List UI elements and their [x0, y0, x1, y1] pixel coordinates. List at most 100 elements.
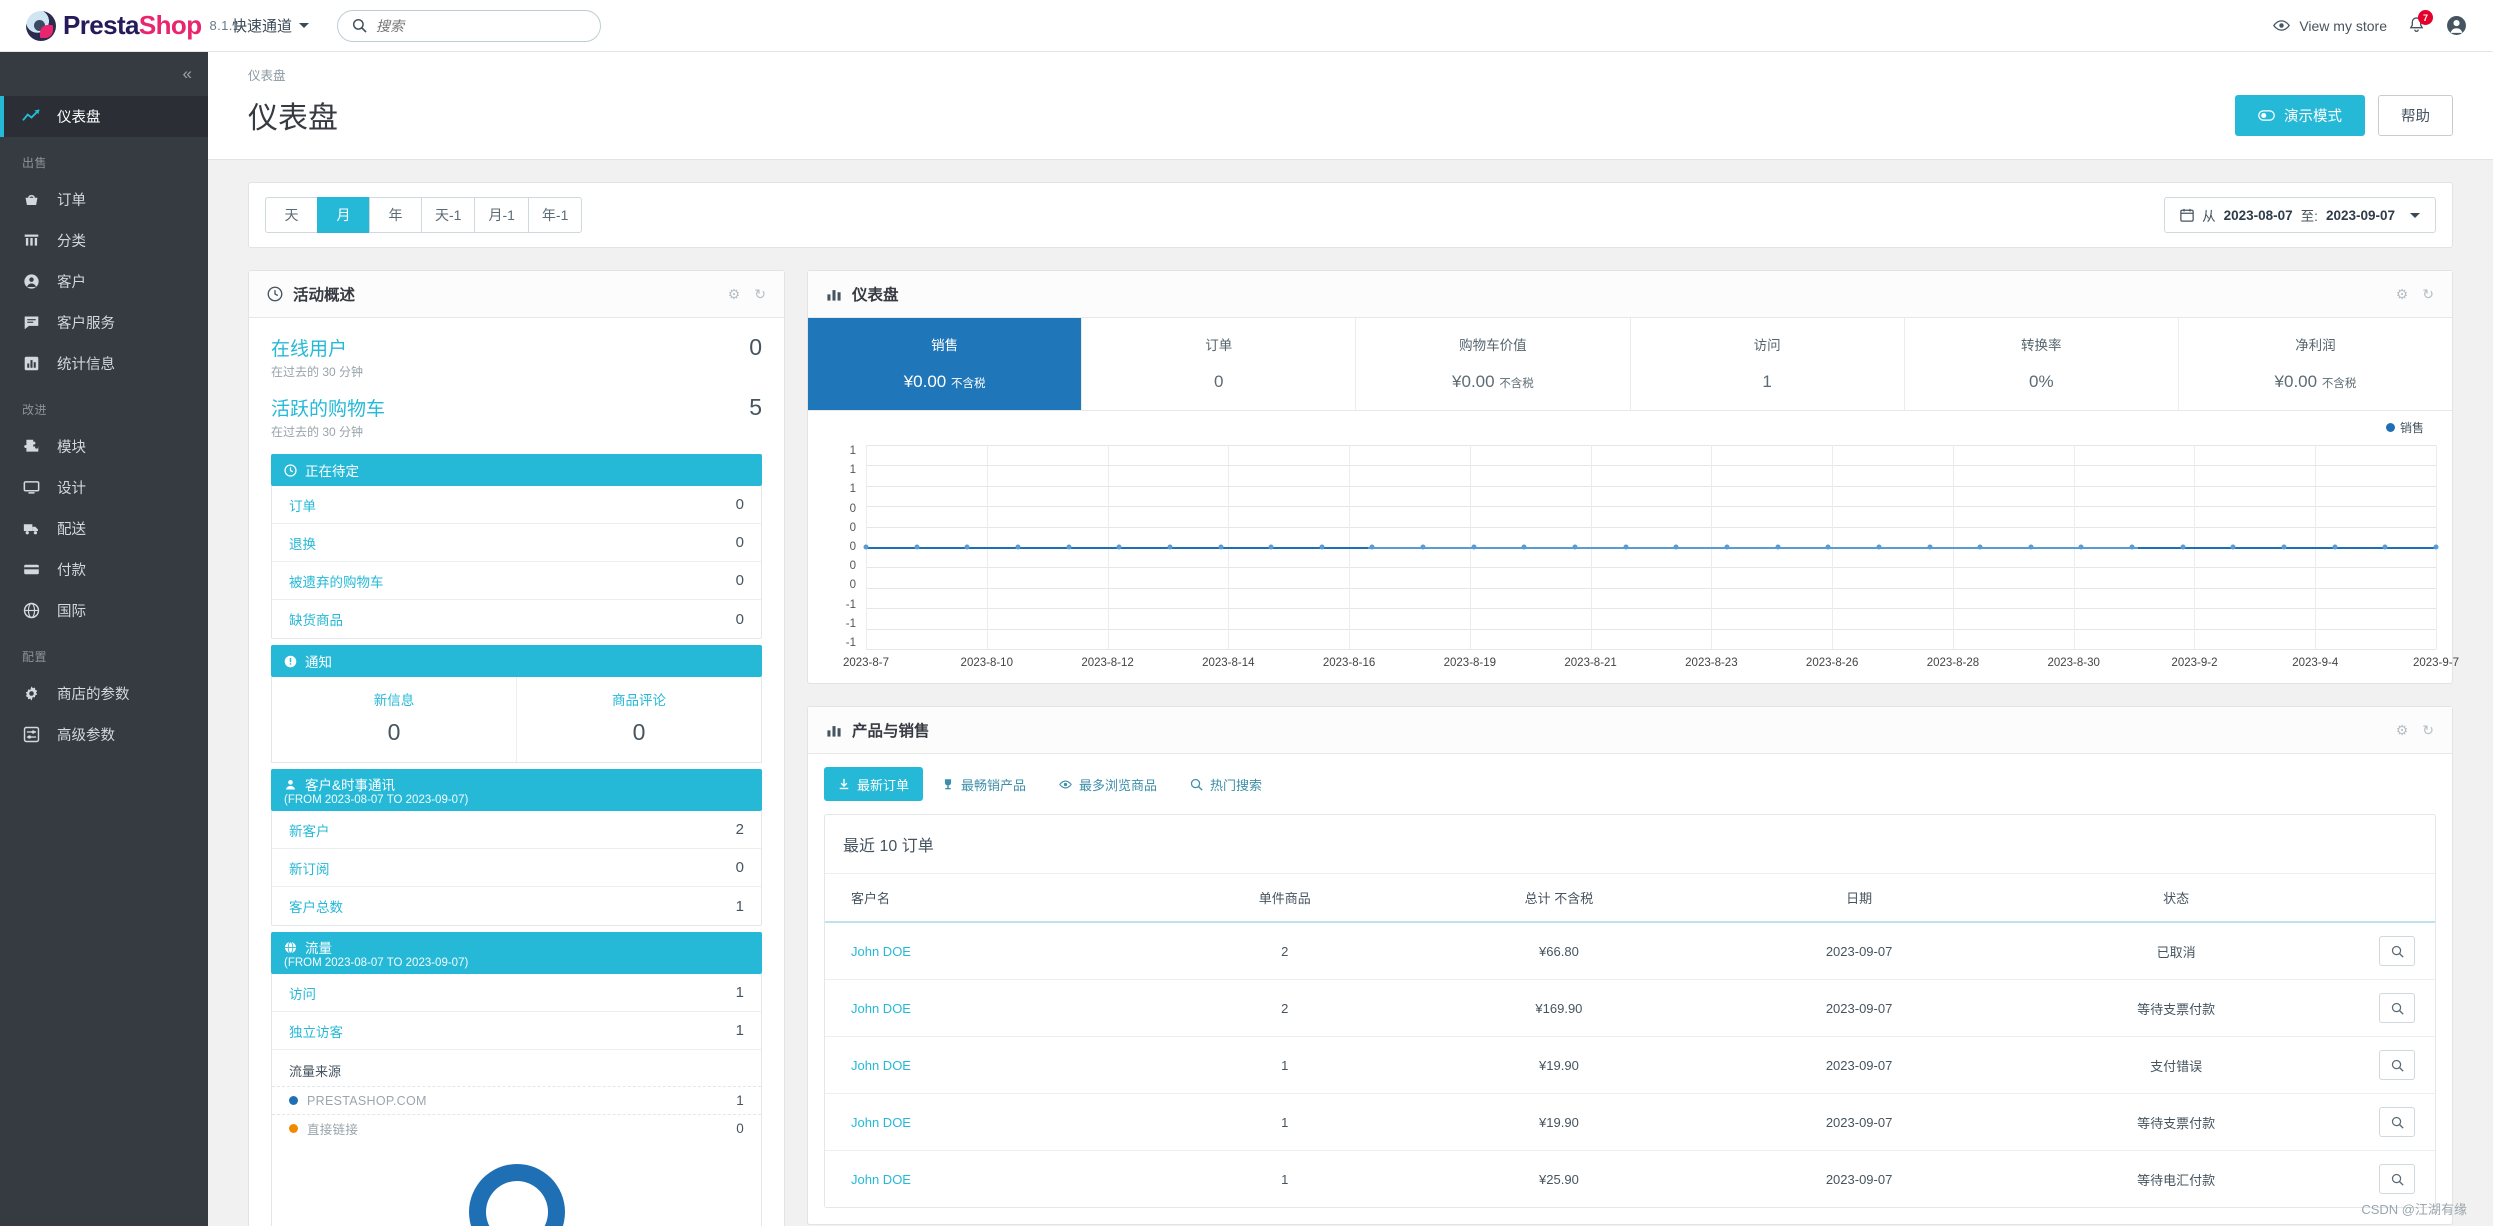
- chart-gridline-h: [866, 526, 2436, 528]
- chart-x-tick: 2023-8-28: [1926, 657, 1980, 669]
- bar-chart-icon: [826, 722, 842, 738]
- kpi-visits[interactable]: 访问 1: [1630, 318, 1905, 410]
- tab-top-searches[interactable]: 热门搜索: [1176, 767, 1276, 801]
- cell-total: ¥19.90: [1406, 1093, 1711, 1151]
- globe-icon: [22, 601, 41, 620]
- order-customer-link[interactable]: John DOE: [851, 944, 911, 959]
- date-range-picker[interactable]: 从 2023-08-07 至: 2023-09-07: [2164, 197, 2436, 233]
- view-order-button[interactable]: [2379, 1050, 2415, 1080]
- pending-label-returns[interactable]: 退换: [289, 533, 316, 553]
- kpi-value-conversion-rate: 0%: [1909, 372, 2174, 392]
- view-my-store-link[interactable]: View my store: [2273, 17, 2387, 34]
- period-year-prev[interactable]: 年-1: [527, 197, 583, 233]
- sidebar-item-dashboard[interactable]: 仪表盘: [0, 96, 208, 137]
- chart-x-tick: 2023-8-10: [960, 657, 1013, 669]
- sidebar-item-payment[interactable]: 付款: [0, 549, 208, 590]
- period-month[interactable]: 月: [317, 197, 369, 233]
- traffic-section-header: 流量 (FROM 2023-08-07 TO 2023-09-07): [271, 932, 762, 974]
- kpi-conversion-rate[interactable]: 转换率 0%: [1904, 318, 2179, 410]
- notifications-grid: 新信息 0 商品评论 0: [271, 677, 762, 763]
- sidebar-item-design[interactable]: 设计: [0, 467, 208, 508]
- tab-recent-orders[interactable]: 最新订单: [824, 767, 924, 801]
- dashboard-columns: 活动概述 ⚙ ↻ 在线用户 在过去的 30 分钟 0 活跃的购物车 在过去的 3…: [248, 270, 2459, 1226]
- orders-table-card: 最近 10 订单 客户名 单件商品 总计 不含税 日期 状态 John DOE …: [824, 814, 2436, 1208]
- kpi-orders[interactable]: 订单 0: [1082, 318, 1357, 410]
- demo-mode-button[interactable]: 演示模式: [2235, 94, 2365, 136]
- traffic-label-visits[interactable]: 访问: [289, 983, 316, 1003]
- customers-label-total[interactable]: 客户总数: [289, 896, 343, 916]
- view-order-button[interactable]: [2379, 993, 2415, 1023]
- dashboard-panel: 仪表盘 ⚙ ↻ 销售 ¥0.00 不含税 订单 0 购物车价值 ¥0.00 不含…: [807, 270, 2459, 684]
- period-month-prev[interactable]: 月-1: [474, 197, 528, 233]
- collapse-sidebar-icon[interactable]: «: [183, 64, 192, 84]
- order-customer-link[interactable]: John DOE: [851, 1172, 911, 1187]
- sidebar-label-advanced-parameters: 高级参数: [57, 728, 115, 744]
- kpi-sales[interactable]: 销售 ¥0.00 不含税: [808, 318, 1083, 410]
- pending-label-out-of-stock[interactable]: 缺货商品: [289, 609, 343, 629]
- customers-label-new[interactable]: 新客户: [289, 820, 330, 840]
- kpi-label-orders: 订单: [1205, 338, 1233, 353]
- chart-gridline-h: [866, 628, 2436, 630]
- sidebar-item-modules[interactable]: 模块: [0, 426, 208, 467]
- help-button[interactable]: 帮助: [2378, 94, 2453, 136]
- view-order-button[interactable]: [2379, 1107, 2415, 1137]
- refresh-icon[interactable]: ↻: [754, 286, 766, 303]
- cell-status: 已取消: [2007, 922, 2345, 980]
- kpi-label-conversion-rate: 转换率: [2021, 338, 2062, 353]
- customers-value-new: 2: [735, 821, 744, 838]
- customers-label-subscriptions[interactable]: 新订阅: [289, 858, 330, 878]
- kpi-suffix-net-profit: 不含税: [2321, 378, 2357, 390]
- kpi-cart-value[interactable]: 购物车价值 ¥0.00 不含税: [1356, 318, 1631, 410]
- tab-most-viewed[interactable]: 最多浏览商品: [1045, 767, 1171, 801]
- account-button[interactable]: [2446, 15, 2467, 36]
- gear-icon[interactable]: ⚙: [2396, 286, 2409, 303]
- gear-icon[interactable]: ⚙: [2396, 722, 2409, 739]
- tab-best-sellers[interactable]: 最畅销产品: [928, 767, 1040, 801]
- sidebar-item-shop-parameters[interactable]: 商店的参数: [0, 673, 208, 714]
- traffic-subtitle: (FROM 2023-08-07 TO 2023-09-07): [284, 957, 469, 969]
- view-order-button[interactable]: [2379, 936, 2415, 966]
- sidebar-item-orders[interactable]: 订单: [0, 179, 208, 220]
- period-day[interactable]: 天: [265, 197, 317, 233]
- quick-access-menu[interactable]: 快速通道: [232, 15, 310, 36]
- date-range-from: 2023-08-07: [2223, 207, 2293, 223]
- notification-label-messages[interactable]: 新信息: [272, 689, 516, 709]
- pending-label-abandoned-carts[interactable]: 被遗弃的购物车: [289, 571, 384, 591]
- order-customer-link[interactable]: John DOE: [851, 1058, 911, 1073]
- alert-icon: [284, 655, 297, 668]
- refresh-icon[interactable]: ↻: [2422, 286, 2434, 303]
- sidebar-item-customer-service[interactable]: 客户服务: [0, 302, 208, 343]
- pending-label-orders[interactable]: 订单: [289, 495, 316, 515]
- chart-x-tick: 2023-8-7: [842, 657, 890, 669]
- sidebar-item-shipping[interactable]: 配送: [0, 508, 208, 549]
- sidebar-item-international[interactable]: 国际: [0, 590, 208, 631]
- gear-icon[interactable]: ⚙: [728, 286, 741, 303]
- period-day-prev[interactable]: 天-1: [421, 197, 475, 233]
- kpi-net-profit[interactable]: 净利润 ¥0.00 不含税: [2178, 318, 2453, 410]
- activity-panel-title: 活动概述: [293, 287, 356, 304]
- notifications-button[interactable]: 7: [2407, 10, 2433, 35]
- sidebar-item-stats[interactable]: 统计信息: [0, 343, 208, 384]
- sidebar-item-advanced-parameters[interactable]: 高级参数: [0, 714, 208, 755]
- brand-logo-area[interactable]: PrestaShop 8.1.1: [0, 10, 240, 41]
- chart-y-tick: 1: [849, 464, 856, 477]
- col-actions: [2345, 874, 2435, 923]
- credit-card-icon: [22, 560, 41, 579]
- sidebar-item-customers[interactable]: 客户: [0, 261, 208, 302]
- chart-x-tick: 2023-8-12: [1081, 657, 1134, 669]
- notification-label-reviews[interactable]: 商品评论: [517, 689, 761, 709]
- view-order-button[interactable]: [2379, 1164, 2415, 1194]
- search-input[interactable]: [376, 17, 587, 34]
- active-carts-label[interactable]: 活跃的购物车: [271, 394, 385, 421]
- search-box[interactable]: [337, 9, 602, 42]
- calendar-icon: [2180, 208, 2194, 222]
- order-customer-link[interactable]: John DOE: [851, 1115, 911, 1130]
- chart-gridline-h: [866, 445, 2436, 446]
- period-year[interactable]: 年: [369, 197, 421, 233]
- refresh-icon[interactable]: ↻: [2422, 722, 2434, 739]
- pending-value-orders: 0: [735, 496, 744, 513]
- order-customer-link[interactable]: John DOE: [851, 1001, 911, 1016]
- sidebar-item-catalog[interactable]: 分类: [0, 220, 208, 261]
- online-users-label[interactable]: 在线用户: [271, 334, 363, 361]
- traffic-label-unique-visitors[interactable]: 独立访客: [289, 1021, 343, 1041]
